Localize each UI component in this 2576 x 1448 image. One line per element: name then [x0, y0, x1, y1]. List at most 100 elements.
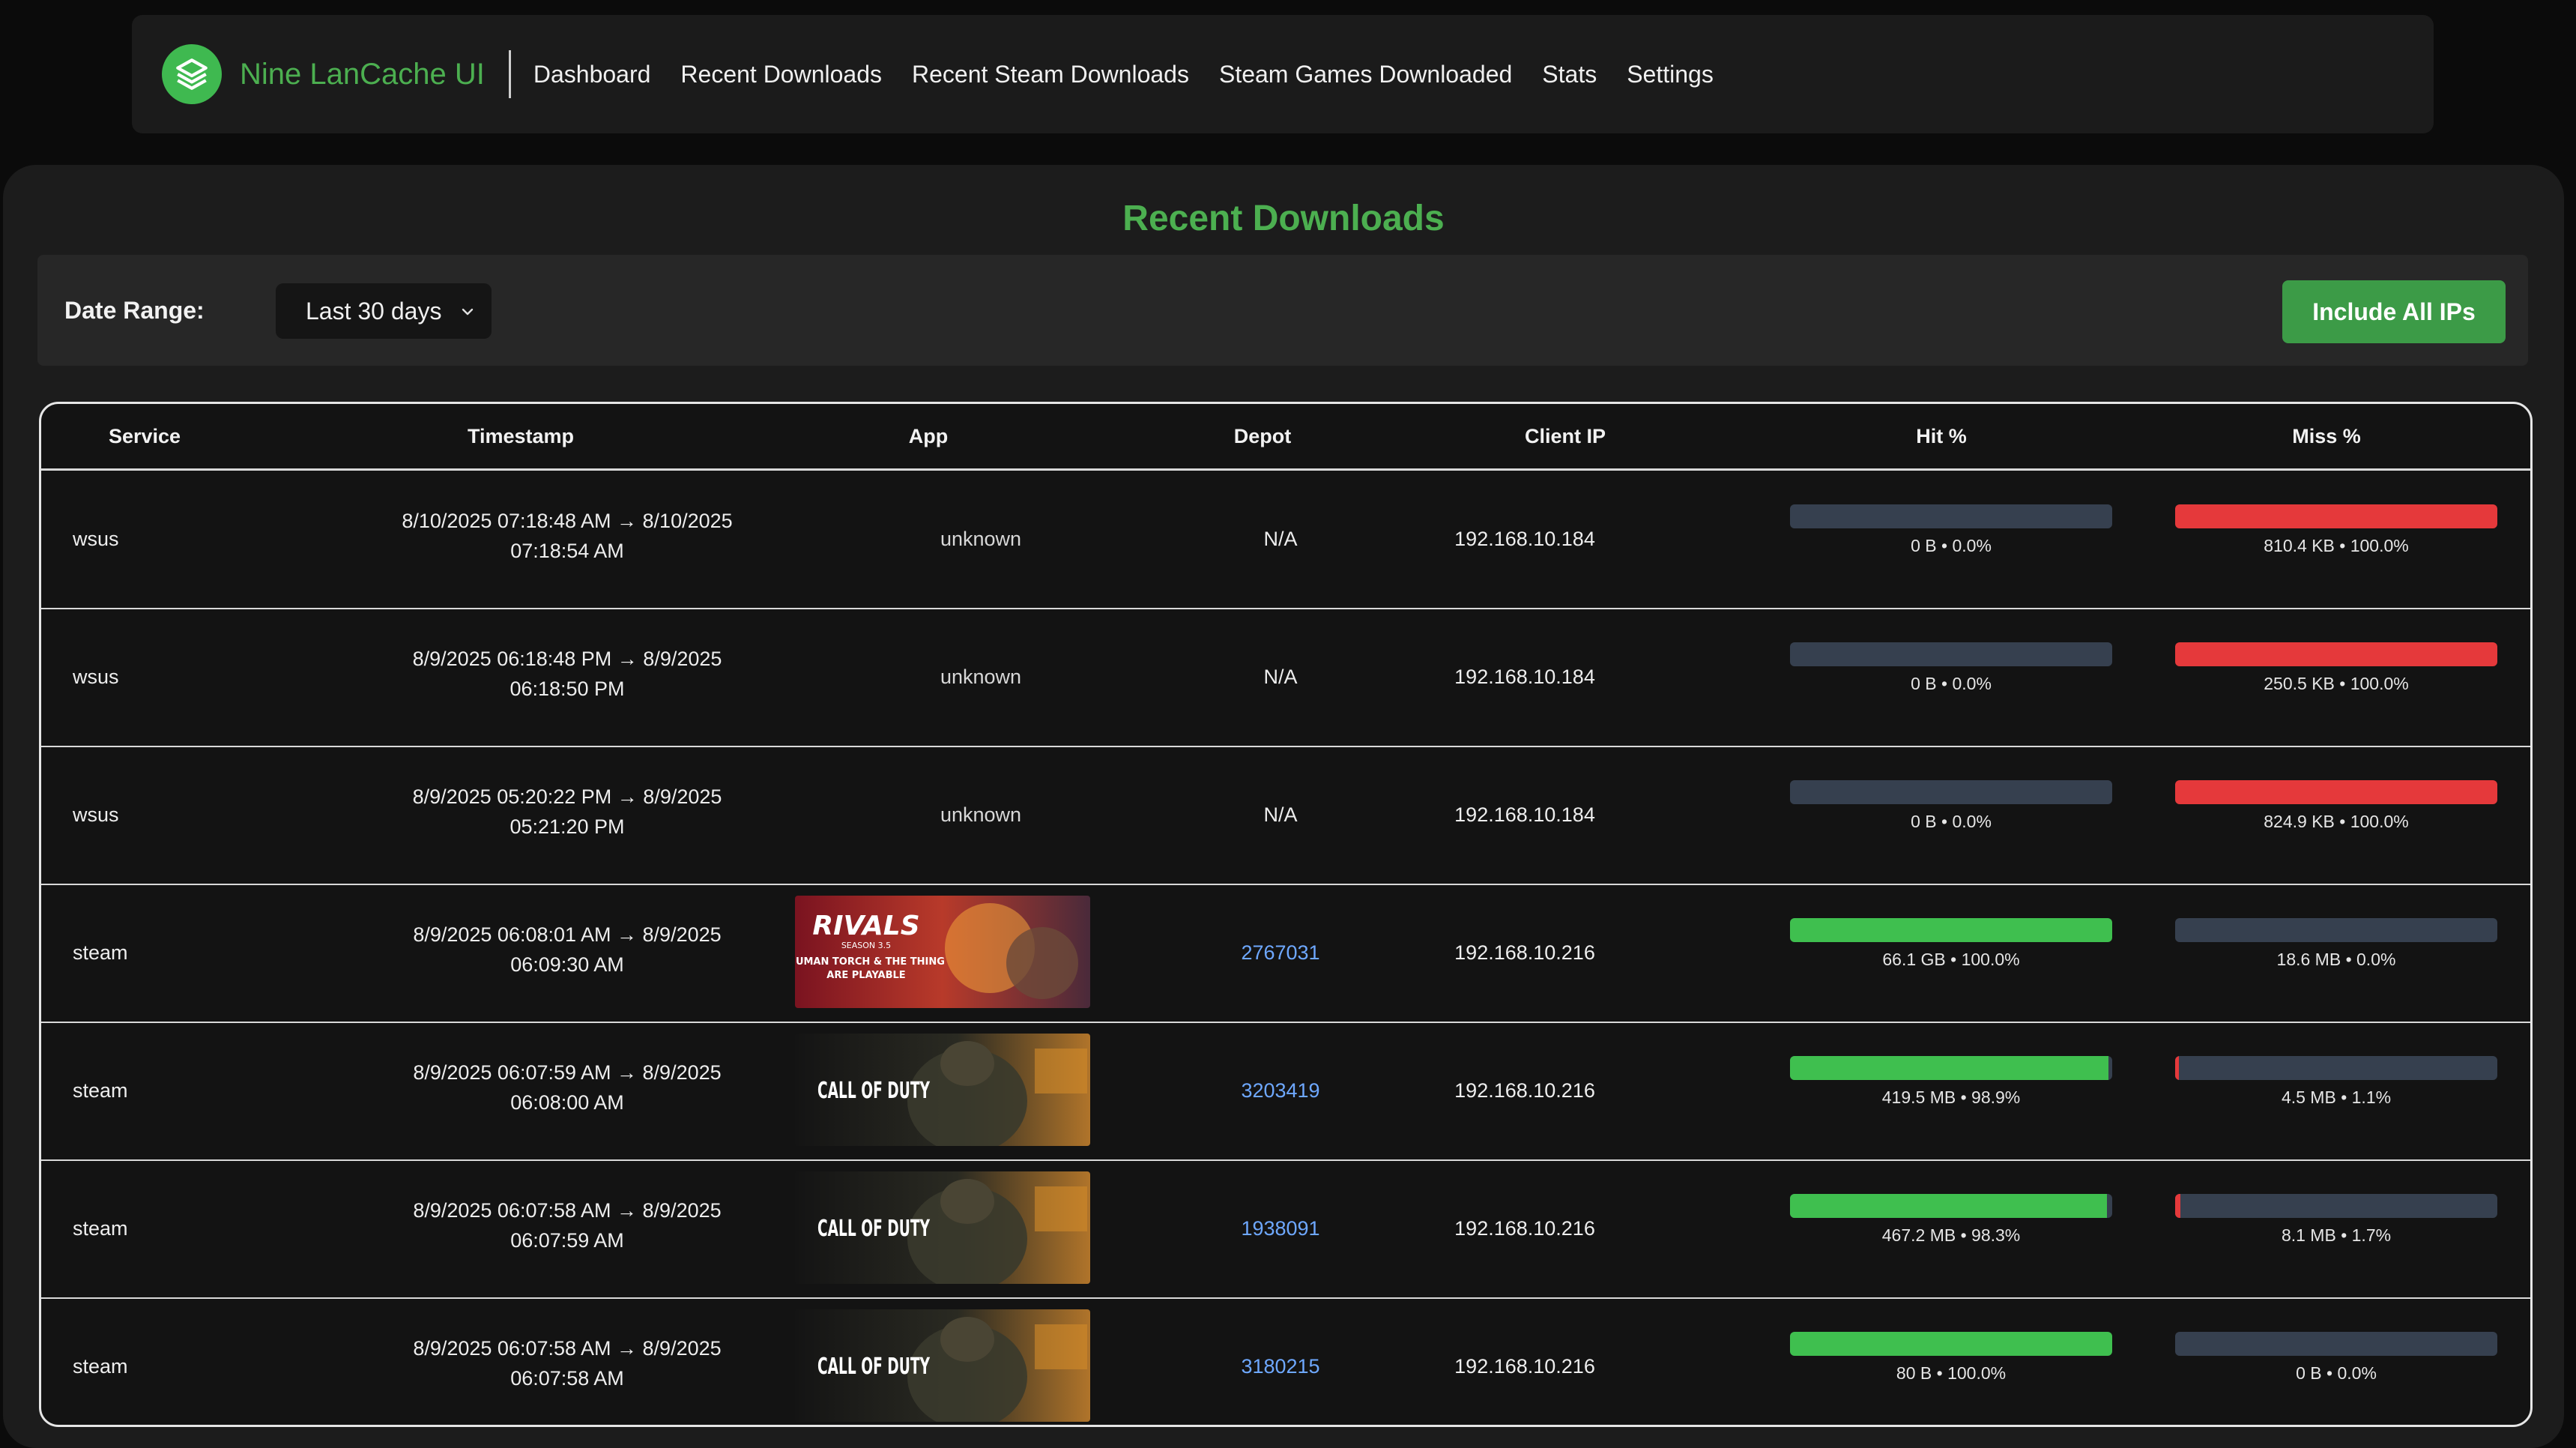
client-ip-cell: 192.168.10.184 [1454, 528, 1595, 550]
header-miss-pct[interactable]: Miss % [2292, 404, 2361, 468]
depot-link[interactable]: 3180215 [1191, 1297, 1370, 1425]
miss-bar-fill [2175, 780, 2497, 804]
service-cell: wsus [73, 803, 119, 826]
service-cell: wsus [73, 528, 119, 550]
banner-title: CALL OF DUTY [817, 1078, 931, 1104]
table-row[interactable]: steam 8/9/2025 06:07:59 AM → 8/9/2025 06… [41, 1022, 2530, 1161]
table-header: Service Timestamp App Depot Client IP Hi… [41, 404, 2530, 471]
date-range-value: Last 30 days [306, 297, 442, 325]
miss-label: 18.6 MB • 0.0% [2276, 950, 2396, 969]
miss-progress: 18.6 MB • 0.0% [2175, 918, 2497, 970]
timestamp-end-time: 06:07:59 AM [510, 1229, 624, 1252]
miss-progress: 824.9 KB • 100.0% [2175, 780, 2497, 832]
miss-bar-fill [2175, 504, 2497, 528]
timestamp-end-time: 05:21:20 PM [510, 815, 625, 838]
depot-link[interactable]: 2767031 [1191, 884, 1370, 1022]
table-row[interactable]: steam 8/9/2025 06:07:58 AM → 8/9/2025 06… [41, 1159, 2530, 1299]
table-row[interactable]: wsus 8/9/2025 06:18:48 PM → 8/9/2025 06:… [41, 608, 2530, 747]
hit-label: 419.5 MB • 98.9% [1881, 1087, 2021, 1107]
miss-label: 8.1 MB • 1.7% [2281, 1225, 2392, 1245]
service-cell: steam [73, 1217, 128, 1240]
hit-bar [1790, 642, 2112, 666]
miss-bar-fill [2175, 642, 2497, 666]
app-banner-image[interactable]: CALL OF DUTY [795, 1171, 1090, 1284]
miss-label: 810.4 KB • 100.0% [2264, 536, 2409, 555]
timestamp-range: 8/10/2025 07:18:48 AM → 8/10/2025 [402, 510, 733, 532]
hit-bar [1790, 780, 2112, 804]
client-ip-cell: 192.168.10.216 [1454, 1217, 1595, 1240]
table-row[interactable]: steam 8/9/2025 06:08:01 AM → 8/9/2025 06… [41, 884, 2530, 1023]
hit-bar [1790, 918, 2112, 942]
timestamp-range: 8/9/2025 06:07:59 AM → 8/9/2025 [413, 1061, 722, 1084]
app-banner-image[interactable]: CALL OF DUTY [795, 1034, 1090, 1146]
banner-subtitle: SEASON 3.5 [841, 941, 891, 950]
miss-label: 250.5 KB • 100.0% [2264, 674, 2409, 693]
logo-icon[interactable] [162, 44, 222, 104]
depot-link[interactable]: 3203419 [1191, 1022, 1370, 1159]
hit-label: 0 B • 0.0% [1911, 536, 1992, 555]
banner-title: CALL OF DUTY [817, 1354, 931, 1380]
header-depot[interactable]: Depot [1234, 404, 1292, 468]
table-row[interactable]: wsus 8/9/2025 05:20:22 PM → 8/9/2025 05:… [41, 746, 2530, 885]
timestamp-range: 8/9/2025 06:07:58 AM → 8/9/2025 [413, 1337, 722, 1360]
service-cell: steam [73, 1355, 128, 1378]
brand-name[interactable]: Nine LanCache UI [240, 58, 485, 91]
timestamp-range: 8/9/2025 06:08:01 AM → 8/9/2025 [413, 923, 722, 946]
include-all-ips-button[interactable]: Include All IPs [2282, 280, 2506, 343]
app-name: unknown [940, 803, 1022, 826]
downloads-table: Service Timestamp App Depot Client IP Hi… [39, 402, 2533, 1427]
miss-progress: 810.4 KB • 100.0% [2175, 504, 2497, 556]
nav-settings[interactable]: Settings [1627, 61, 1714, 88]
hit-bar-fill [1790, 1332, 2112, 1356]
miss-bar [2175, 1194, 2497, 1218]
miss-bar [2175, 918, 2497, 942]
hit-bar [1790, 1332, 2112, 1356]
header-hit-pct[interactable]: Hit % [1916, 404, 1967, 468]
timestamp-range: 8/9/2025 06:18:48 PM → 8/9/2025 [412, 648, 722, 670]
timestamp-end-time: 06:08:00 AM [510, 1091, 624, 1114]
depot-cell: N/A [1263, 528, 1298, 550]
filter-bar: Date Range: Last 30 days Include All IPs [37, 255, 2528, 366]
hit-label: 467.2 MB • 98.3% [1881, 1225, 2021, 1245]
nav-recent-steam-downloads[interactable]: Recent Steam Downloads [912, 61, 1189, 88]
app-banner-image[interactable]: RIVALS SEASON 3.5 HUMAN TORCH & THE THIN… [795, 896, 1090, 1008]
table-row[interactable]: wsus 8/10/2025 07:18:48 AM → 8/10/2025 0… [41, 470, 2530, 609]
hit-label: 0 B • 0.0% [1911, 812, 1992, 831]
hit-bar-fill [1790, 1056, 2109, 1080]
header-service[interactable]: Service [109, 404, 181, 468]
timestamp-end-time: 06:09:30 AM [510, 953, 624, 976]
service-cell: steam [73, 941, 128, 964]
miss-label: 824.9 KB • 100.0% [2264, 812, 2409, 831]
page-title: Recent Downloads [1122, 199, 1445, 238]
app-banner-image[interactable]: CALL OF DUTY [795, 1309, 1090, 1422]
nav-dashboard[interactable]: Dashboard [533, 61, 651, 88]
app-name: unknown [940, 666, 1022, 688]
hit-progress: 0 B • 0.0% [1790, 780, 2112, 832]
hit-progress: 0 B • 0.0% [1790, 504, 2112, 556]
miss-progress: 4.5 MB • 1.1% [2175, 1056, 2497, 1108]
service-cell: steam [73, 1079, 128, 1102]
nav-stats[interactable]: Stats [1542, 61, 1597, 88]
client-ip-cell: 192.168.10.184 [1454, 803, 1595, 826]
nav-recent-downloads[interactable]: Recent Downloads [680, 61, 882, 88]
table-row[interactable]: steam 8/9/2025 06:07:58 AM → 8/9/2025 06… [41, 1297, 2530, 1425]
timestamp-end-time: 06:07:58 AM [510, 1367, 624, 1390]
date-range-select[interactable]: Last 30 days [276, 283, 492, 339]
miss-bar [2175, 504, 2497, 528]
hit-progress: 0 B • 0.0% [1790, 642, 2112, 694]
miss-label: 0 B • 0.0% [2296, 1363, 2377, 1383]
hit-progress: 66.1 GB • 100.0% [1790, 918, 2112, 970]
date-range-label: Date Range: [64, 297, 205, 324]
miss-bar [2175, 780, 2497, 804]
client-ip-cell: 192.168.10.216 [1454, 1079, 1595, 1102]
hit-progress: 467.2 MB • 98.3% [1790, 1194, 2112, 1246]
app-name: unknown [940, 528, 1022, 550]
nav-steam-games-downloaded[interactable]: Steam Games Downloaded [1219, 61, 1512, 88]
header-app[interactable]: App [909, 404, 948, 468]
timestamp-cell: 8/9/2025 06:18:48 PM → 8/9/2025 06:18:50… [350, 644, 784, 704]
depot-link[interactable]: 1938091 [1191, 1159, 1370, 1297]
header-client-ip[interactable]: Client IP [1525, 404, 1606, 468]
timestamp-range: 8/9/2025 06:07:58 AM → 8/9/2025 [413, 1199, 722, 1222]
depot-cell: N/A [1263, 666, 1298, 688]
header-timestamp[interactable]: Timestamp [468, 404, 574, 468]
